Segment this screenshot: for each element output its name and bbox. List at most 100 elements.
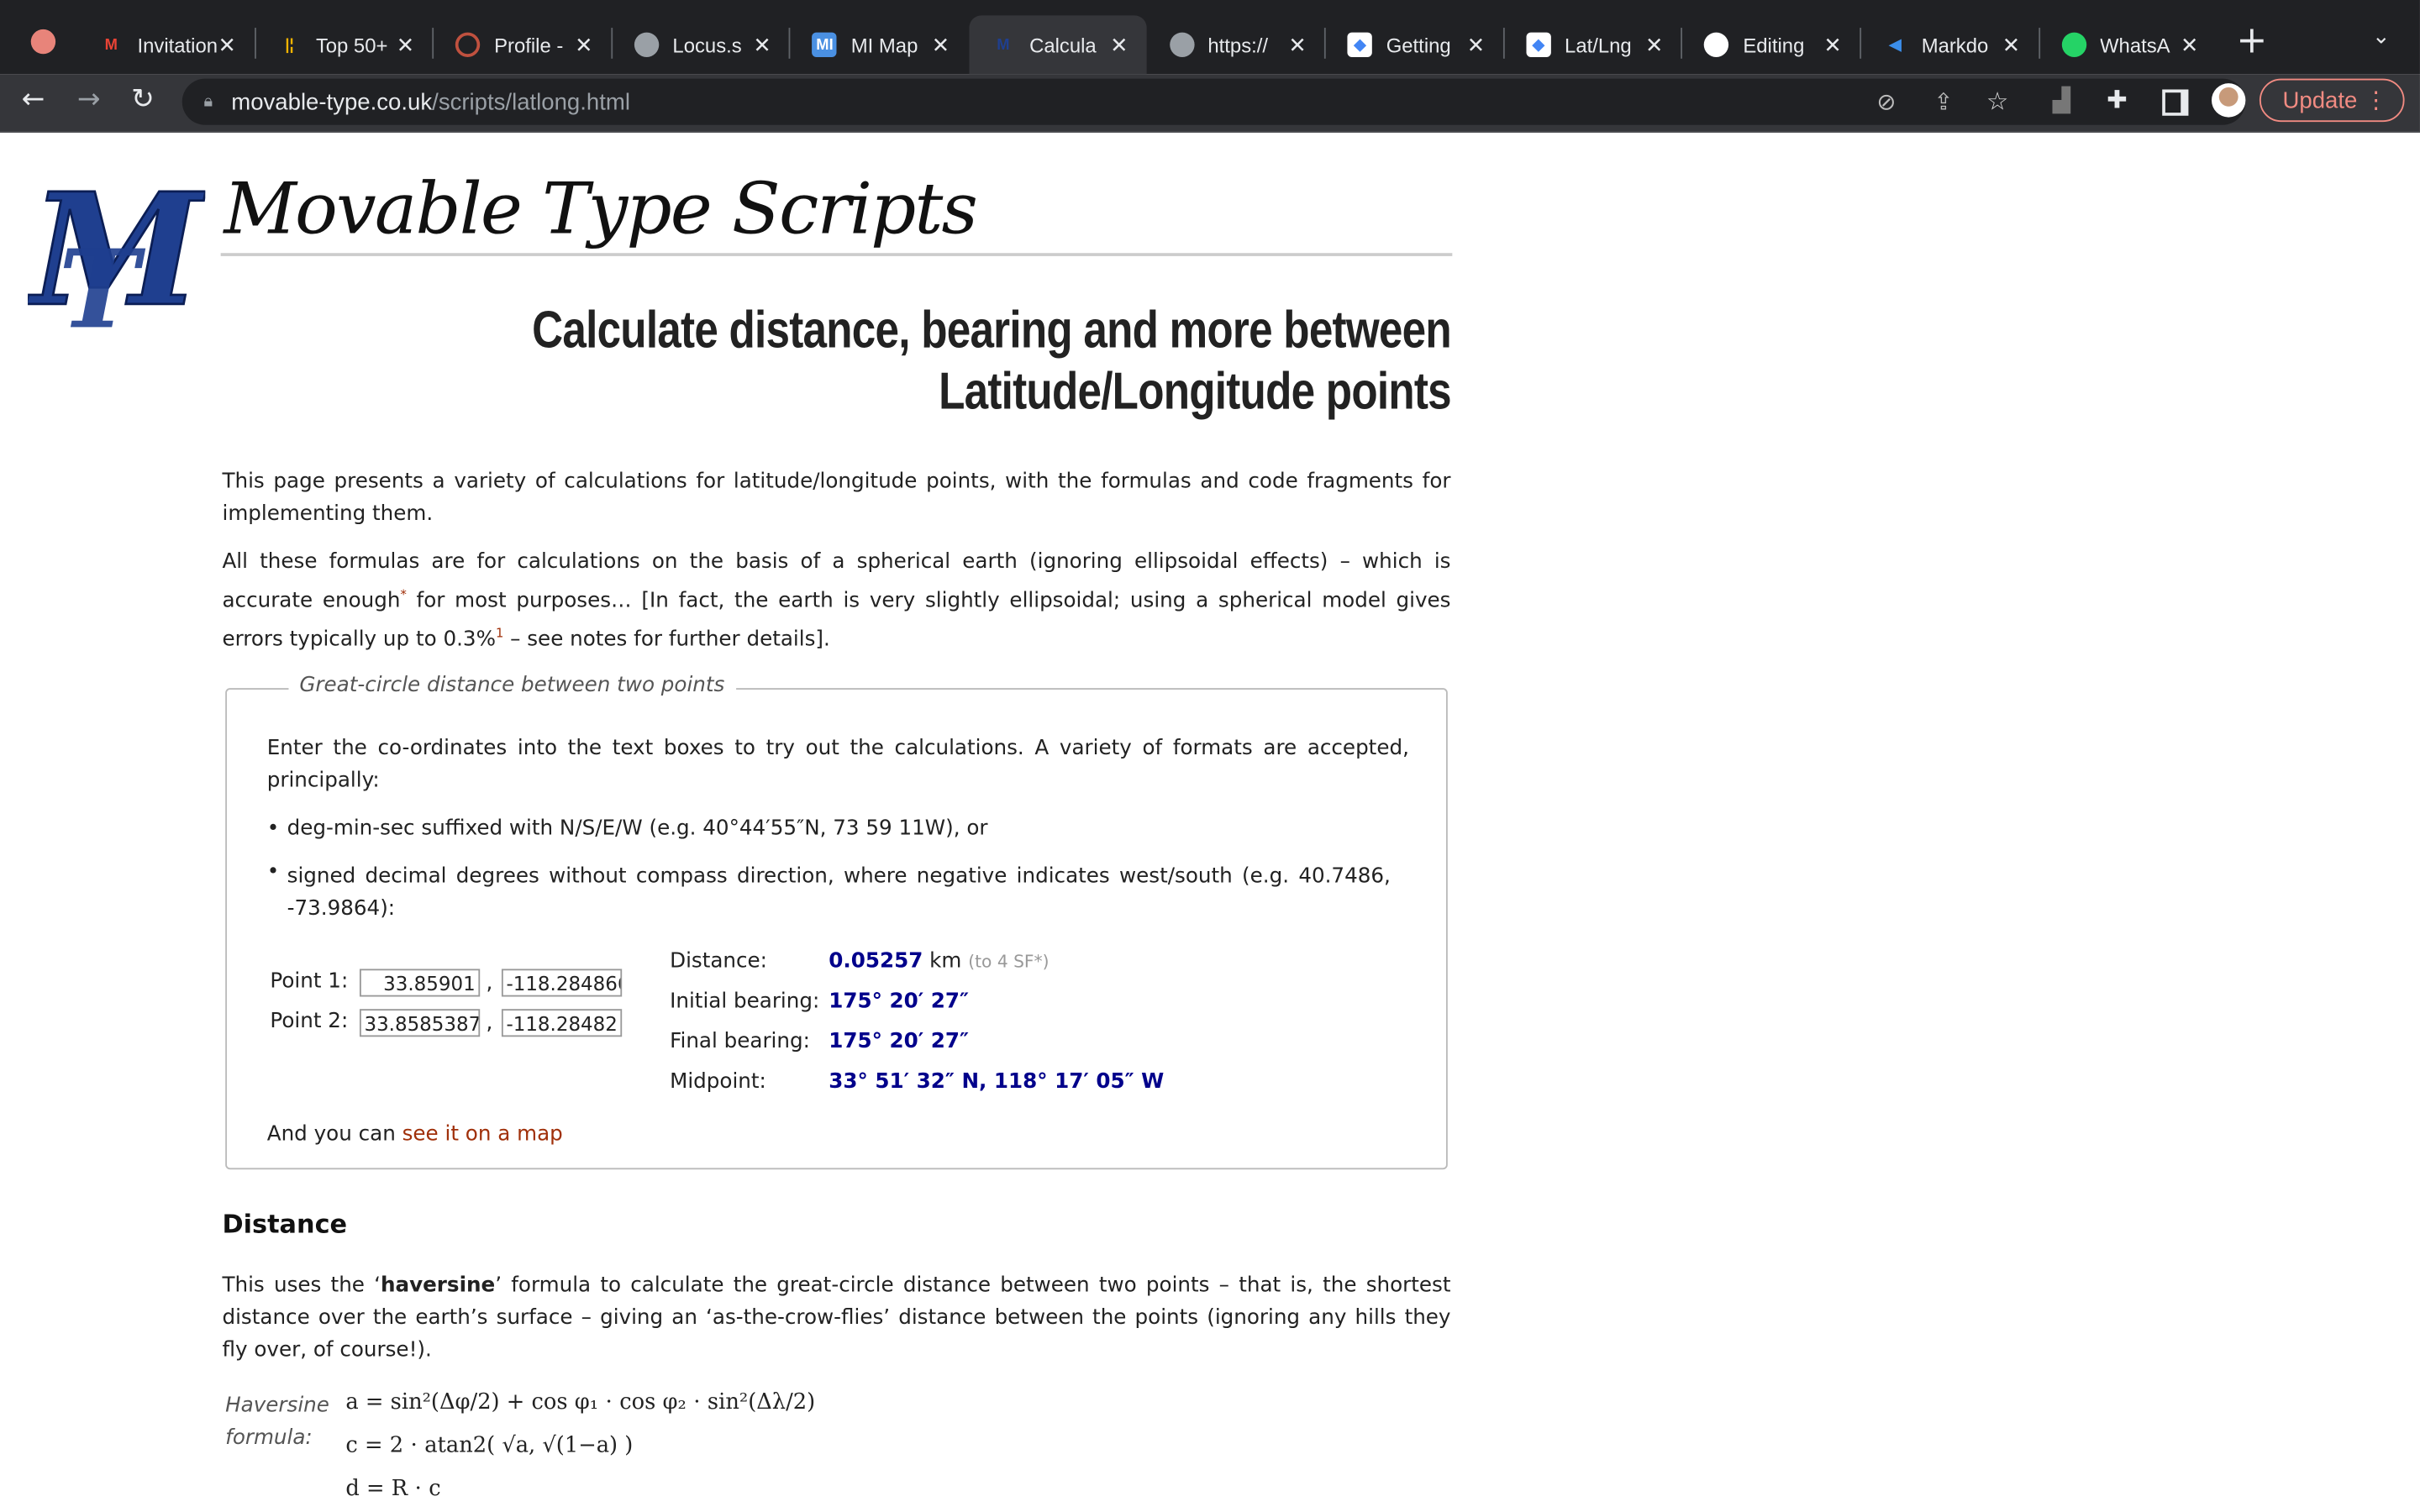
whatsapp-icon — [2061, 32, 2086, 57]
tab-separator — [1324, 28, 1327, 59]
tab-separator — [1502, 28, 1505, 59]
page-heading: Calculate distance, bearing and more bet… — [532, 299, 1452, 423]
maps-platform-icon: ◆ — [1347, 32, 1373, 57]
map-prefix: And you can — [266, 1123, 402, 1147]
tab-separator — [1860, 28, 1862, 59]
close-tab-icon[interactable]: ✕ — [2181, 32, 2199, 58]
toolbar: ← → ↻ 🔒︎ movable-type.co.uk/scripts/latl… — [0, 74, 2420, 133]
extension-chart-icon[interactable]: ▟ — [2053, 87, 2070, 114]
final-bearing-value: 175° 20′ 27″ — [829, 1030, 970, 1054]
close-tab-icon[interactable]: ✕ — [753, 32, 771, 58]
mi-icon: MI — [812, 32, 838, 57]
eye-off-icon[interactable]: ⊘ — [1876, 88, 1896, 116]
close-tab-icon[interactable]: ✕ — [1467, 32, 1486, 58]
close-tab-icon[interactable]: ✕ — [1645, 32, 1664, 58]
bookmark-star-icon[interactable]: ☆ — [1986, 87, 2008, 118]
calculator-fieldset: Great-circle distance between two points… — [225, 674, 1448, 1170]
final-bearing-label: Final bearing: — [670, 1030, 810, 1054]
tab-label: WhatsA — [2100, 33, 2170, 57]
close-tab-icon[interactable]: ✕ — [575, 32, 593, 58]
more-menu-icon[interactable]: ⋮ — [2365, 87, 2388, 114]
tab-separator — [432, 28, 434, 59]
close-tab-icon[interactable]: ✕ — [397, 32, 415, 58]
formula-line-3: d = R ⋅ c — [345, 1476, 441, 1502]
tab-label: Markdo — [1921, 33, 1989, 57]
intro-paragraph-1: This page presents a variety of calculat… — [222, 470, 1451, 527]
title-divider — [220, 253, 1453, 256]
tab-https[interactable]: https:// ✕ — [1148, 15, 1325, 74]
reload-icon[interactable]: ↻ — [131, 83, 155, 116]
tab-getting[interactable]: ◆ Getting ✕ — [1326, 15, 1503, 74]
tab-label: Editing — [1743, 33, 1805, 57]
point2-lat-input[interactable]: 33.85853875 — [359, 1009, 481, 1037]
comma: , — [486, 1011, 493, 1036]
back-icon[interactable]: ← — [22, 83, 45, 116]
tab-mi-map[interactable]: MI MI Map ✕ — [791, 15, 968, 74]
tab-separator — [1681, 28, 1683, 59]
tab-top-50[interactable]: |¦ Top 50+ ✕ — [255, 15, 433, 74]
lock-icon: 🔒︎ — [203, 92, 213, 111]
close-tab-icon[interactable]: ✕ — [1288, 32, 1307, 58]
bullet-dms: deg-min-sec suffixed with N/S/E/W (e.g. … — [287, 817, 988, 842]
distance-text: This uses the ‘ — [222, 1274, 381, 1298]
tab-editing[interactable]: Editing ✕ — [1683, 15, 1860, 74]
url-path: /scripts/latlong.html — [432, 88, 630, 115]
close-tab-icon[interactable]: ✕ — [1823, 32, 1842, 58]
site-title: Movable Type Scripts — [224, 166, 978, 250]
point2-label: Point 2: — [270, 1011, 349, 1034]
formula-label: Haversine formula: — [225, 1394, 329, 1451]
tab-lat-lng[interactable]: ◆ Lat/Lng ✕ — [1504, 15, 1681, 74]
new-tab-button[interactable]: + — [2236, 18, 2267, 61]
intro-text: for most purposes… [In fact, the earth i… — [222, 590, 1451, 653]
tab-label: Profile - — [494, 33, 564, 57]
intro-text: – see notes for further details]. — [503, 629, 830, 653]
tab-label: Calcula — [1029, 33, 1097, 57]
heading-line-2: Latitude/Longitude points — [938, 362, 1452, 422]
github-icon — [1704, 32, 1729, 57]
tab-search-chevron-icon[interactable]: ⌄ — [2372, 24, 2391, 49]
instructions: Enter the co-ordinates into the text box… — [266, 737, 1409, 794]
fieldset-legend: Great-circle distance between two points — [288, 674, 736, 698]
point1-lat-input[interactable]: 33.85901 — [359, 969, 481, 997]
tab-whatsa[interactable]: WhatsA ✕ — [2039, 15, 2217, 74]
tab-separator — [610, 28, 613, 59]
intro-paragraph-2: All these formulas are for calculations … — [222, 546, 1450, 657]
point1-lon-input[interactable]: -118.284866 — [501, 969, 623, 997]
update-button[interactable]: Update ⋮ — [2259, 78, 2405, 123]
address-bar[interactable]: 🔒︎ movable-type.co.uk/scripts/latlong.ht… — [182, 78, 2246, 125]
share-icon[interactable]: ⇪ — [1933, 88, 1953, 116]
point2-lon-input[interactable]: -118.28482 — [501, 1009, 623, 1037]
tab-locus-s[interactable]: Locus.s ✕ — [613, 15, 790, 74]
distance-label: Distance: — [670, 950, 767, 974]
bullet-decimal: signed decimal degrees without compass d… — [287, 865, 1391, 921]
bullet-dot: • — [266, 817, 280, 842]
tab-label: Getting — [1386, 33, 1451, 57]
extensions-puzzle-icon[interactable]: ✚ — [2107, 85, 2128, 114]
haversine-term: haversine — [380, 1274, 496, 1298]
tab-calcula[interactable]: M Calcula ✕ — [969, 15, 1147, 75]
url-host: movable-type.co.uk — [231, 88, 433, 115]
tab-markdo[interactable]: ◀ Markdo ✕ — [1861, 15, 2039, 74]
page-content: M T Movable Type Scripts Calculate dista… — [0, 132, 2420, 1512]
close-tab-icon[interactable]: ✕ — [218, 32, 236, 58]
side-panel-icon[interactable] — [2162, 89, 2189, 116]
close-tab-icon[interactable]: ✕ — [932, 32, 950, 58]
forward-icon[interactable]: → — [77, 83, 101, 116]
maps-platform-icon: ◆ — [1526, 32, 1551, 57]
initial-bearing-value: 175° 20′ 27″ — [829, 990, 970, 1014]
distance-result: 0.05257 km (to 4 SF*) — [829, 950, 1049, 974]
close-tab-icon[interactable]: ✕ — [2002, 32, 2021, 58]
tab-invitation[interactable]: M Invitation ✕ — [77, 15, 255, 74]
tab-label: Lat/Lng — [1565, 33, 1632, 57]
vscode-icon: ◀ — [1889, 36, 1902, 54]
distance-heading: Distance — [222, 1209, 348, 1239]
tab-profile[interactable]: Profile - ✕ — [434, 15, 611, 74]
tab-separator — [789, 28, 792, 59]
tab-label: MI Map — [850, 33, 918, 57]
see-on-map-link[interactable]: see it on a map — [402, 1123, 563, 1147]
avatar[interactable] — [2211, 83, 2246, 118]
movable-type-icon: M — [997, 36, 1010, 54]
window-close-button[interactable] — [30, 29, 56, 55]
point1-label: Point 1: — [270, 970, 349, 994]
close-tab-icon[interactable]: ✕ — [1110, 32, 1128, 58]
